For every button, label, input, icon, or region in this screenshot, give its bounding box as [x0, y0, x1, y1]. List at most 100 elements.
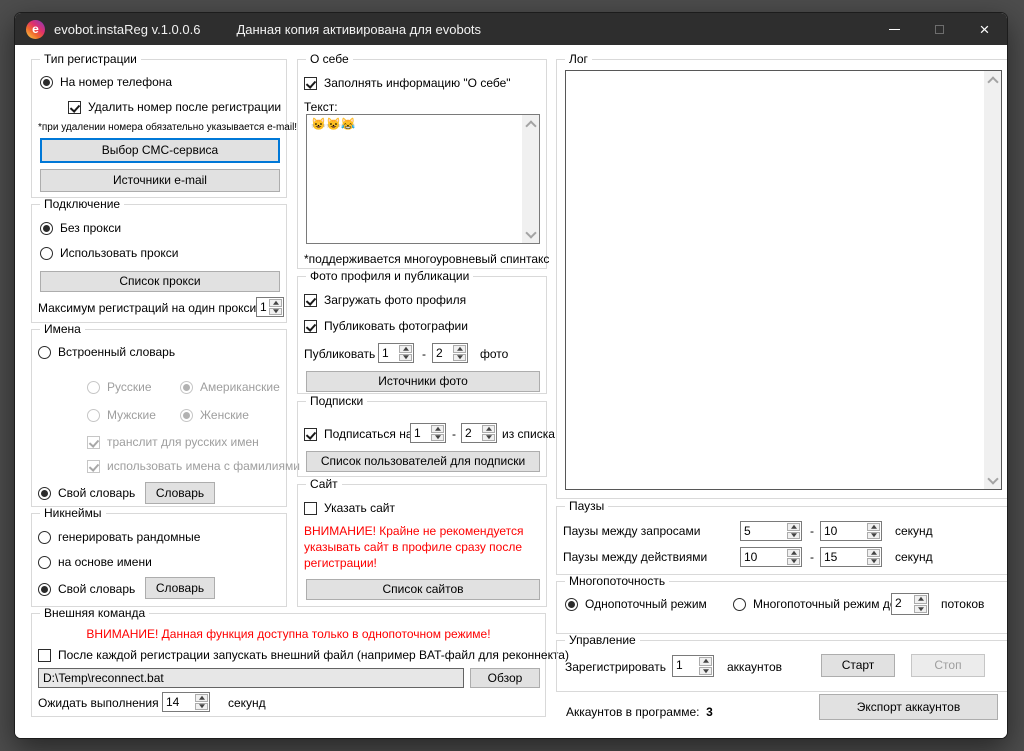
about-scrollbar[interactable]: [522, 115, 539, 243]
spin-down-button[interactable]: [867, 558, 880, 566]
spin-down-button[interactable]: [431, 434, 444, 442]
checkbox-icon: [38, 649, 51, 662]
set-site-checkbox[interactable]: Указать сайт: [304, 501, 395, 515]
browse-button[interactable]: Обзор: [470, 668, 540, 688]
group-title: Управление: [565, 634, 640, 647]
random-nicknames-radio[interactable]: генерировать рандомные: [38, 530, 200, 544]
scroll-down-button[interactable]: [522, 226, 539, 243]
spin-down-button[interactable]: [269, 308, 282, 316]
close-button[interactable]: ×: [962, 13, 1007, 45]
spin-up-button[interactable]: [399, 345, 412, 353]
app-window: e evobot.instaReg v.1.0.0.6 Данная копия…: [14, 12, 1008, 739]
scroll-down-button[interactable]: [984, 472, 1001, 489]
radio-icon: [38, 487, 51, 500]
spin-down-button[interactable]: [195, 703, 208, 711]
nicknames-dictionary-button[interactable]: Словарь: [145, 577, 215, 599]
wait-units-label: секунд: [228, 696, 266, 710]
fill-about-checkbox[interactable]: Заполнять информацию "О себе": [304, 76, 511, 90]
follow-to-spinner: 2: [461, 423, 497, 443]
email-sources-button[interactable]: Источники e-mail: [40, 169, 280, 192]
builtin-dictionary-radio[interactable]: Встроенный словарь: [38, 345, 175, 359]
spin-down-button[interactable]: [699, 667, 712, 676]
publish-label: Публиковать: [304, 347, 375, 361]
checkbox-icon: [87, 436, 100, 449]
spin-down-button[interactable]: [482, 434, 495, 442]
range-separator: -: [810, 524, 814, 538]
names-group: Имена Встроенный словарь Русские Америка…: [31, 329, 287, 507]
from-name-nicknames-radio[interactable]: на основе имени: [38, 555, 152, 569]
names-dictionary-button[interactable]: Словарь: [145, 482, 215, 504]
female-names-radio: Женские: [180, 408, 249, 422]
log-textarea[interactable]: [565, 70, 1002, 490]
proxy-list-button[interactable]: Список прокси: [40, 271, 280, 292]
radio-icon: [40, 222, 53, 235]
range-separator: -: [810, 550, 814, 564]
activation-status: Данная копия активирована для evobots: [236, 22, 481, 37]
radio-icon: [38, 346, 51, 359]
spin-up-button[interactable]: [787, 549, 800, 557]
photos-units-label: фото: [480, 347, 508, 361]
delete-number-checkbox[interactable]: Удалить номер после регистрации: [68, 100, 281, 114]
window-title: evobot.instaReg v.1.0.0.6: [54, 22, 200, 37]
wait-seconds-spinner: 14: [162, 692, 210, 712]
app-logo-icon: e: [26, 20, 45, 39]
spin-up-button[interactable]: [867, 549, 880, 557]
window-controls: ×: [872, 13, 1007, 45]
about-textarea[interactable]: 😺😺😹: [306, 114, 540, 244]
spin-up-button[interactable]: [914, 595, 927, 604]
log-scrollbar[interactable]: [984, 71, 1001, 489]
spin-up-button[interactable]: [482, 425, 495, 433]
pause-units-label: секунд: [895, 550, 933, 564]
checkbox-icon: [304, 428, 317, 441]
spin-up-button[interactable]: [867, 523, 880, 531]
spin-down-button[interactable]: [787, 532, 800, 540]
text-label: Текст:: [304, 100, 338, 114]
spin-down-button[interactable]: [867, 532, 880, 540]
title-bar[interactable]: e evobot.instaReg v.1.0.0.6 Данная копия…: [15, 13, 1007, 45]
group-title: Имена: [40, 323, 85, 336]
spin-up-button[interactable]: [453, 345, 466, 353]
maximize-button: [917, 13, 962, 45]
sms-service-button[interactable]: Выбор СМС-сервиса: [40, 138, 280, 163]
start-button[interactable]: Старт: [821, 654, 895, 677]
use-proxy-radio[interactable]: Использовать прокси: [40, 246, 179, 260]
no-proxy-radio[interactable]: Без прокси: [40, 221, 121, 235]
pause-actions-to-spinner: 15: [820, 547, 882, 567]
pause-actions-from-spinner: 10: [740, 547, 802, 567]
spin-up-button[interactable]: [787, 523, 800, 531]
scroll-up-button[interactable]: [522, 115, 539, 132]
spin-up-button[interactable]: [195, 694, 208, 702]
run-external-file-checkbox[interactable]: После каждой регистрации запускать внешн…: [38, 648, 569, 662]
pause-requests-from-spinner: 5: [740, 521, 802, 541]
custom-nicknames-radio[interactable]: Свой словарь: [38, 582, 135, 596]
spin-up-button[interactable]: [699, 657, 712, 666]
minimize-button[interactable]: [872, 13, 917, 45]
export-accounts-button[interactable]: Экспорт аккаунтов: [819, 694, 998, 720]
scroll-up-button[interactable]: [984, 71, 1001, 88]
spin-up-button[interactable]: [269, 299, 282, 307]
upload-profile-photo-checkbox[interactable]: Загружать фото профиля: [304, 293, 466, 307]
radio-icon: [87, 381, 100, 394]
phone-number-radio[interactable]: На номер телефона: [40, 75, 172, 89]
spin-down-button[interactable]: [787, 558, 800, 566]
spin-down-button[interactable]: [399, 354, 412, 362]
custom-dictionary-radio[interactable]: Свой словарь: [38, 486, 135, 500]
photo-sources-button[interactable]: Источники фото: [306, 371, 540, 392]
follow-list-button[interactable]: Список пользователей для подписки: [306, 451, 540, 472]
register-label: Зарегистрировать: [565, 660, 666, 674]
publish-photos-checkbox[interactable]: Публиковать фотографии: [304, 319, 468, 333]
multi-thread-radio[interactable]: Многопоточный режим до: [733, 597, 897, 611]
spin-down-button[interactable]: [453, 354, 466, 362]
follow-checkbox[interactable]: Подписаться на: [304, 427, 413, 441]
external-file-path-input[interactable]: D:\Temp\reconnect.bat: [38, 668, 464, 688]
radio-icon: [38, 556, 51, 569]
email-required-note: *при удалении номера обязательно указыва…: [38, 122, 297, 133]
american-names-radio: Американские: [180, 380, 280, 394]
spin-down-button[interactable]: [914, 605, 927, 614]
range-separator: -: [422, 347, 426, 361]
site-list-button[interactable]: Список сайтов: [306, 579, 540, 600]
spin-up-button[interactable]: [431, 425, 444, 433]
single-thread-radio[interactable]: Однопоточный режим: [565, 597, 707, 611]
accounts-count-value: 3: [706, 705, 713, 719]
group-title: Сайт: [306, 478, 342, 491]
